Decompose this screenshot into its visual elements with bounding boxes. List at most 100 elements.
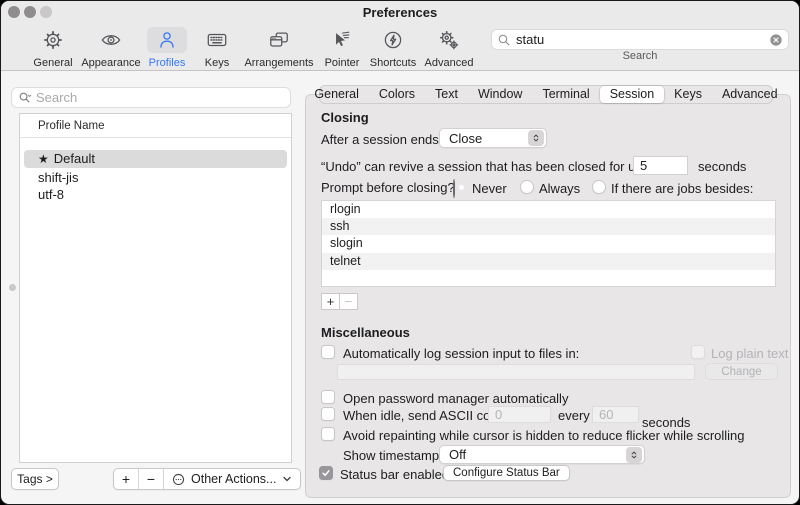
search-icon xyxy=(498,34,510,45)
idle-send-label: When idle, send ASCII code xyxy=(343,408,505,423)
plus-icon: + xyxy=(121,471,131,487)
toolbar-item-advanced[interactable]: Advanced xyxy=(419,27,479,69)
toolbar-item-arrangements[interactable]: Arrangements xyxy=(237,27,321,69)
log-directory-field[interactable] xyxy=(337,364,695,380)
job-row[interactable]: slogin xyxy=(322,235,775,252)
profile-row-utf8[interactable]: utf-8 xyxy=(20,186,291,203)
radio-never[interactable] xyxy=(453,179,455,198)
window-chrome: Preferences General Appearance Profiles … xyxy=(1,1,799,71)
minus-icon: − xyxy=(344,294,353,309)
profile-search-placeholder: Search xyxy=(36,90,78,105)
chevron-down-icon xyxy=(283,476,292,482)
minus-icon: − xyxy=(146,471,156,487)
configure-status-bar-button[interactable]: Configure Status Bar xyxy=(443,465,570,481)
radio-jobs-besides[interactable] xyxy=(592,180,606,194)
log-plain-text-label: Log plain text xyxy=(711,346,789,361)
job-name: ssh xyxy=(330,219,350,234)
after-session-popup[interactable]: Close xyxy=(439,128,547,148)
tab-advanced[interactable]: Advanced xyxy=(712,86,788,103)
stepper-chevrons-icon xyxy=(626,446,642,463)
cursor-icon xyxy=(322,27,362,53)
toolbar-item-general[interactable]: General xyxy=(23,27,83,69)
idle-ascii-code-field[interactable]: 0 xyxy=(488,406,551,423)
toolbar-search-field[interactable]: statu xyxy=(491,29,789,50)
add-job-button[interactable]: + xyxy=(321,293,340,310)
tags-button[interactable]: Tags > xyxy=(11,468,59,490)
undo-seconds-unit: seconds xyxy=(698,159,747,174)
tab-terminal[interactable]: Terminal xyxy=(532,86,599,103)
job-row-empty[interactable] xyxy=(322,270,775,286)
profile-search-field[interactable]: Search xyxy=(11,87,291,108)
toolbar-label: Shortcuts xyxy=(369,57,417,69)
avoid-repainting-checkbox[interactable] xyxy=(321,427,335,441)
job-row[interactable]: ssh xyxy=(322,218,775,236)
idle-interval-field[interactable]: 60 xyxy=(592,406,639,423)
remove-profile-button[interactable]: − xyxy=(139,469,164,489)
tab-general[interactable]: General xyxy=(304,86,368,103)
after-session-label: After a session ends: xyxy=(321,132,443,147)
tags-button-label: Tags > xyxy=(17,472,53,486)
toolbar-item-keys[interactable]: Keys xyxy=(197,27,237,69)
edge-dot xyxy=(9,284,16,291)
profile-row-default[interactable]: ★ Default xyxy=(24,150,287,168)
idle-send-checkbox[interactable] xyxy=(321,407,335,421)
job-name: slogin xyxy=(330,236,363,251)
log-plain-text-checkbox[interactable] xyxy=(691,345,705,359)
eye-icon xyxy=(91,27,131,53)
tab-window[interactable]: Window xyxy=(468,86,532,103)
show-timestamps-popup[interactable]: Off xyxy=(439,445,645,464)
toolbar-item-appearance[interactable]: Appearance xyxy=(75,27,147,69)
gears-icon xyxy=(429,27,469,53)
job-row[interactable]: rlogin xyxy=(322,201,775,218)
miscellaneous-heading: Miscellaneous xyxy=(321,325,410,340)
toolbar-label: Pointer xyxy=(324,57,360,69)
idle-every-label: every xyxy=(558,408,590,423)
profile-list-header[interactable]: Profile Name xyxy=(20,114,291,138)
add-profile-button[interactable]: + xyxy=(114,469,139,489)
job-row[interactable]: telnet xyxy=(322,252,775,270)
open-password-manager-checkbox[interactable] xyxy=(321,390,335,404)
remove-job-button[interactable]: − xyxy=(339,293,358,310)
search-value: statu xyxy=(516,32,545,47)
star-icon: ★ xyxy=(38,152,49,166)
toolbar-item-shortcuts[interactable]: Shortcuts xyxy=(362,27,424,69)
toolbar-label: Appearance xyxy=(81,57,141,69)
toolbar-item-pointer[interactable]: Pointer xyxy=(317,27,367,69)
open-password-manager-label: Open password manager automatically xyxy=(343,391,569,406)
toolbar-label: Keys xyxy=(204,57,230,69)
titlebar: Preferences xyxy=(1,1,799,23)
bolt-circle-icon xyxy=(373,27,413,53)
profile-row-shiftjis[interactable]: shift-jis xyxy=(20,169,291,186)
undo-seconds-field[interactable]: 5 xyxy=(633,156,688,175)
tab-text[interactable]: Text xyxy=(425,86,468,103)
idle-interval-value: 60 xyxy=(599,407,614,422)
show-timestamps-label: Show timestamps xyxy=(343,448,446,463)
auto-log-label: Automatically log session input to files… xyxy=(343,346,580,361)
profile-list-panel: Profile Name ★ Default shift-jis utf-8 xyxy=(19,113,292,463)
preferences-tabbar: General Colors Text Window Terminal Sess… xyxy=(314,85,778,104)
job-name: rlogin xyxy=(330,202,361,216)
profile-actions-segment: + − Other Actions... xyxy=(113,468,302,490)
checkmark-icon xyxy=(322,470,330,477)
toolbar-label: Arrangements xyxy=(244,57,314,69)
other-actions-label: Other Actions... xyxy=(191,472,277,486)
person-icon xyxy=(147,27,187,53)
toolbar-item-profiles[interactable]: Profiles xyxy=(140,27,194,69)
change-button-label: Change xyxy=(721,365,762,378)
tab-session[interactable]: Session xyxy=(599,86,665,103)
clear-circle-icon[interactable] xyxy=(769,33,783,47)
toolbar-label: Profiles xyxy=(148,57,186,69)
auto-log-checkbox[interactable] xyxy=(321,345,335,359)
profile-name: Default xyxy=(53,151,95,166)
status-bar-enabled-checkbox[interactable] xyxy=(319,466,333,480)
after-session-value: Close xyxy=(449,130,483,146)
change-directory-button[interactable]: Change xyxy=(705,363,778,380)
radio-always[interactable] xyxy=(520,180,534,194)
other-actions-button[interactable]: Other Actions... xyxy=(164,469,300,489)
tab-keys[interactable]: Keys xyxy=(664,86,712,103)
plus-icon: + xyxy=(326,294,335,309)
undo-seconds-value: 5 xyxy=(640,158,648,173)
preferences-window: Preferences General Appearance Profiles … xyxy=(0,0,800,505)
tab-colors[interactable]: Colors xyxy=(369,86,425,103)
profile-name: shift-jis xyxy=(38,170,79,185)
